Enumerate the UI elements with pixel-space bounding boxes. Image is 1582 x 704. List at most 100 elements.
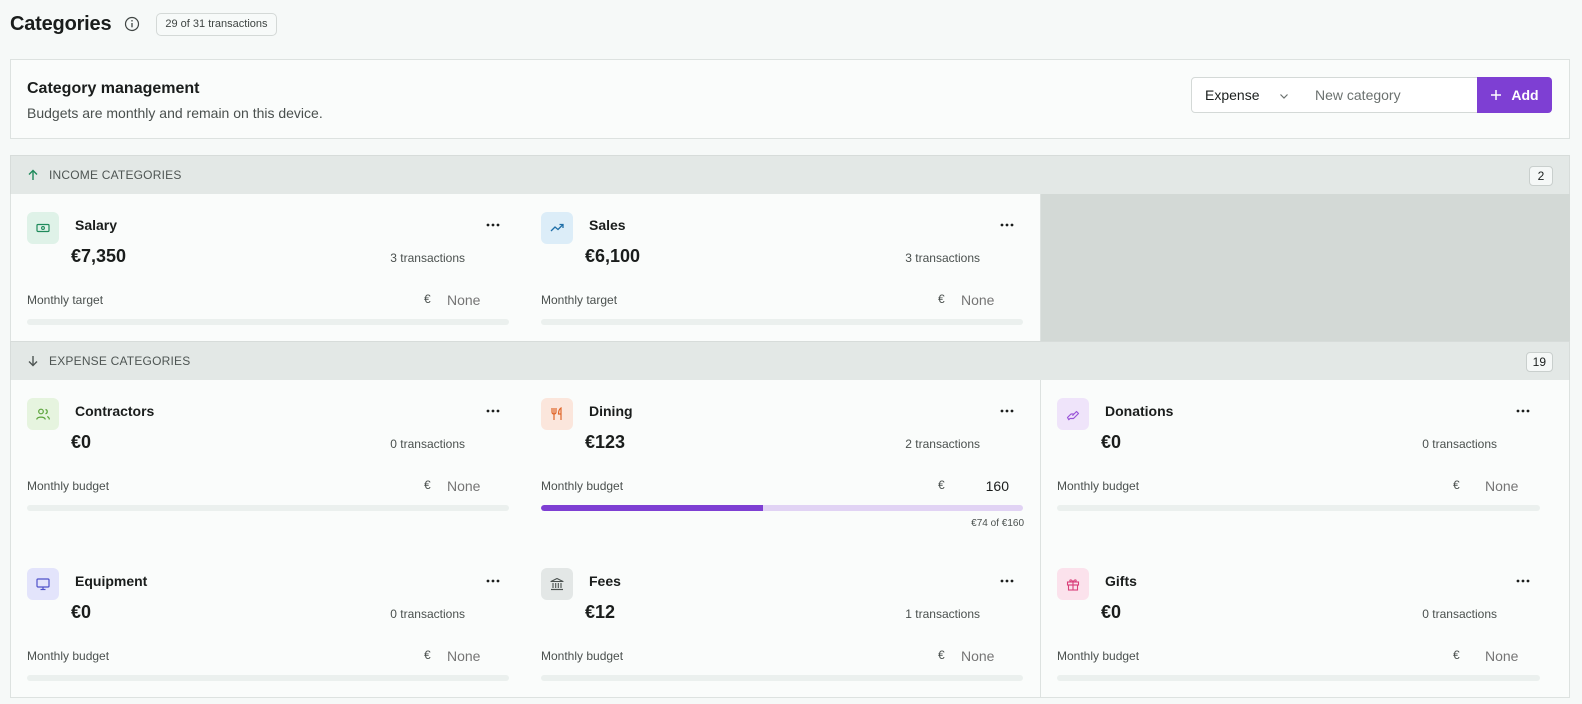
chevron-down-icon — [1278, 90, 1290, 102]
category-name: Equipment — [75, 573, 148, 589]
currency-symbol: € — [938, 648, 945, 662]
transaction-count: 2 transactions — [905, 437, 980, 451]
budget-input[interactable] — [447, 643, 509, 669]
category-type-value: Expense — [1205, 87, 1260, 103]
monitor-icon — [27, 568, 59, 600]
currency-symbol: € — [424, 292, 431, 306]
more-options-icon[interactable] — [995, 216, 1019, 234]
empty-grid-cell — [1041, 194, 1570, 342]
transaction-count: 3 transactions — [390, 251, 465, 265]
category-card-salary: Salary €7,350 3 transactions Monthly tar… — [10, 194, 526, 342]
utensils-icon — [541, 398, 573, 430]
category-amount: €123 — [585, 432, 626, 452]
transaction-count: 0 transactions — [390, 437, 465, 451]
more-options-icon[interactable] — [481, 216, 505, 234]
income-count-badge: 2 — [1529, 166, 1553, 186]
new-category-input[interactable] — [1302, 77, 1478, 113]
category-management-card: Category management Budgets are monthly … — [10, 59, 1570, 139]
more-options-icon[interactable] — [481, 572, 505, 590]
budget-label: Monthly budget — [27, 479, 110, 493]
transaction-count: 0 transactions — [1422, 437, 1497, 451]
management-title: Category management — [27, 80, 200, 97]
arrow-up-icon — [27, 169, 39, 181]
budget-progress-bar — [541, 505, 1023, 511]
budget-label: Monthly budget — [1057, 649, 1140, 663]
transaction-count: 0 transactions — [1422, 607, 1497, 621]
category-amount: €7,350 — [71, 246, 127, 266]
bank-icon — [541, 568, 573, 600]
arrow-down-icon — [27, 355, 39, 367]
currency-symbol: € — [938, 292, 945, 306]
currency-symbol: € — [1453, 648, 1460, 662]
budget-input[interactable] — [447, 473, 509, 499]
currency-symbol: € — [938, 478, 945, 492]
budget-input[interactable] — [961, 287, 1023, 313]
budget-progress-bar — [1057, 505, 1540, 511]
budget-label: Monthly budget — [541, 479, 624, 493]
currency-symbol: € — [1453, 478, 1460, 492]
budget-label: Monthly target — [27, 293, 104, 307]
more-options-icon[interactable] — [481, 402, 505, 420]
category-amount: €12 — [585, 602, 616, 622]
more-options-icon[interactable] — [995, 572, 1019, 590]
budget-progress-note: €74 of €160 — [971, 518, 1024, 529]
users-icon — [27, 398, 59, 430]
category-name: Dining — [589, 403, 633, 419]
budget-input[interactable] — [447, 287, 509, 313]
more-options-icon[interactable] — [1511, 572, 1535, 590]
category-card-gifts: Gifts €0 0 transactions Monthly budget € — [1041, 550, 1570, 698]
management-subtitle: Budgets are monthly and remain on this d… — [27, 105, 323, 121]
budget-progress-bar — [541, 675, 1023, 681]
category-name: Salary — [75, 217, 118, 233]
budget-input[interactable] — [961, 643, 1023, 669]
page-title: Categories — [10, 12, 112, 35]
trending-up-icon — [541, 212, 573, 244]
category-name: Fees — [589, 573, 621, 589]
gift-icon — [1057, 568, 1089, 600]
add-category-button[interactable]: Add — [1477, 77, 1552, 113]
category-amount: €6,100 — [585, 246, 641, 266]
expense-count-badge: 19 — [1525, 352, 1553, 372]
budget-progress-bar — [541, 319, 1023, 325]
budget-progress-fill — [541, 505, 763, 511]
budget-progress-bar — [27, 505, 509, 511]
category-name: Donations — [1105, 403, 1174, 419]
category-card-dining: Dining €123 2 transactions Monthly budge… — [525, 380, 1041, 551]
page-header: Categories 29 of 31 transactions — [10, 12, 277, 36]
budget-input[interactable] — [1485, 473, 1547, 499]
category-card-sales: Sales €6,100 3 transactions Monthly targ… — [525, 194, 1041, 342]
category-card-contractors: Contractors €0 0 transactions Monthly bu… — [10, 380, 526, 551]
income-section-header[interactable]: INCOME CATEGORIES 2 — [10, 155, 1570, 195]
category-name: Gifts — [1105, 573, 1137, 589]
category-name: Sales — [589, 217, 626, 233]
transaction-count-badge: 29 of 31 transactions — [156, 12, 277, 36]
budget-label: Monthly budget — [27, 649, 110, 663]
budget-progress-bar — [1057, 675, 1540, 681]
transaction-count: 0 transactions — [390, 607, 465, 621]
category-name: Contractors — [75, 403, 155, 419]
currency-symbol: € — [424, 648, 431, 662]
hand-heart-icon — [1057, 398, 1089, 430]
add-button-label: Add — [1511, 87, 1539, 103]
budget-progress-bar — [27, 319, 509, 325]
expense-section-header[interactable]: EXPENSE CATEGORIES 19 — [10, 341, 1570, 381]
category-amount: €0 — [71, 602, 92, 622]
category-amount: €0 — [1101, 432, 1122, 452]
budget-progress-bar — [27, 675, 509, 681]
banknote-icon — [27, 212, 59, 244]
category-card-donations: Donations €0 0 transactions Monthly budg… — [1041, 380, 1570, 551]
plus-icon — [1490, 89, 1502, 101]
info-icon[interactable] — [124, 16, 140, 32]
budget-label: Monthly budget — [1057, 479, 1140, 493]
category-card-equipment: Equipment €0 0 transactions Monthly budg… — [10, 550, 526, 698]
budget-label: Monthly budget — [541, 649, 624, 663]
more-options-icon[interactable] — [995, 402, 1019, 420]
category-type-select[interactable]: Expense — [1191, 77, 1303, 113]
category-card-fees: Fees €12 1 transactions Monthly budget € — [525, 550, 1041, 698]
more-options-icon[interactable] — [1511, 402, 1535, 420]
currency-symbol: € — [424, 478, 431, 492]
category-amount: €0 — [71, 432, 92, 452]
category-amount: €0 — [1101, 602, 1122, 622]
budget-input[interactable] — [1485, 643, 1547, 669]
budget-input[interactable] — [961, 473, 1023, 499]
